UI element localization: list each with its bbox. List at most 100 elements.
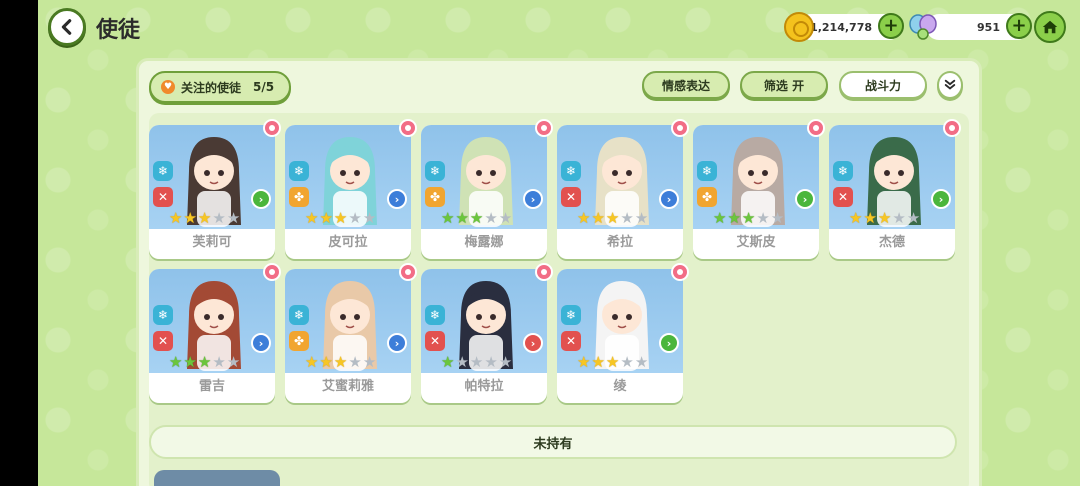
star-icon: ★: [305, 353, 319, 371]
apostle-card[interactable]: ❄ ✕ › ★ ★ ★ ★ ★ 帕特拉: [421, 263, 553, 403]
apostle-name: 杰德: [878, 235, 905, 250]
gem-amount: 951: [977, 20, 1000, 34]
not-owned-section-header[interactable]: 未持有: [149, 425, 957, 459]
flower-favorite-icon[interactable]: [671, 263, 689, 281]
chevron-right-icon: ›: [387, 189, 407, 209]
star-icon: ★: [469, 209, 484, 227]
crossed-swords-role-icon: ✕: [561, 331, 581, 351]
sort-power-button[interactable]: 战斗力: [839, 71, 927, 99]
star-icon: ★: [591, 353, 605, 371]
chevron-right-icon: ›: [523, 333, 543, 353]
apostle-panel: ♥ 关注的使徒 5/5 情感表达 筛选 开 战斗力 ❄ ✕ › ★ ★ ★ ★ ★ 芙莉可 ❄ ✤ ›…: [136, 58, 982, 486]
star-rating: ★ ★ ★ ★ ★: [441, 211, 512, 226]
star-icon: ★: [305, 209, 319, 227]
unowned-apostle-card[interactable]: [154, 470, 280, 486]
star-icon: ★: [484, 353, 498, 371]
chevron-left-icon: [61, 19, 72, 35]
star-icon: ★: [183, 353, 197, 371]
followed-apostles-toggle[interactable]: ♥ 关注的使徒 5/5: [149, 71, 291, 103]
flower-favorite-icon[interactable]: [263, 119, 281, 137]
flower-favorite-icon[interactable]: [535, 119, 553, 137]
flower-favorite-icon[interactable]: [399, 119, 417, 137]
star-rating: ★ ★ ★ ★ ★: [577, 211, 648, 226]
star-icon: ★: [498, 353, 513, 371]
snowflake-attribute-icon: ❄: [153, 161, 173, 181]
crossed-swords-role-icon: ✕: [425, 331, 445, 351]
home-button[interactable]: [1034, 11, 1066, 43]
game-screen: 使徒 1,214,778 + 951 + ♥ 关注的使徒 5/5 情感表达 筛选…: [38, 0, 1080, 486]
apostle-name: 希拉: [606, 235, 633, 250]
star-rating: ★ ★ ★ ★ ★: [169, 211, 240, 226]
flower-favorite-icon[interactable]: [263, 263, 281, 281]
followed-label: 关注的使徒: [181, 80, 242, 95]
star-icon: ★: [226, 209, 241, 227]
apostle-card[interactable]: ❄ ✤ › ★ ★ ★ ★ ★ 皮可拉: [285, 119, 417, 259]
filter-button[interactable]: 筛选 开: [740, 71, 828, 99]
star-icon: ★: [634, 353, 649, 371]
star-icon: ★: [605, 353, 620, 371]
star-icon: ★: [197, 209, 212, 227]
star-rating: ★ ★ ★ ★ ★: [849, 211, 920, 226]
star-icon: ★: [770, 209, 785, 227]
star-icon: ★: [441, 209, 455, 227]
flower-favorite-icon[interactable]: [671, 119, 689, 137]
followed-count: 5/5: [253, 80, 275, 94]
star-icon: ★: [577, 353, 591, 371]
chevron-right-icon: ›: [795, 189, 815, 209]
star-icon: ★: [849, 209, 863, 227]
star-icon: ★: [212, 209, 226, 227]
add-gold-button[interactable]: +: [878, 13, 904, 39]
apostle-card[interactable]: ❄ ✤ › ★ ★ ★ ★ ★ 艾蜜莉雅: [285, 263, 417, 403]
star-icon: ★: [863, 209, 877, 227]
star-rating: ★ ★ ★ ★ ★: [169, 355, 240, 370]
star-icon: ★: [620, 209, 634, 227]
apostle-card[interactable]: ❄ ✤ › ★ ★ ★ ★ ★ 梅露娜: [421, 119, 553, 259]
apostle-card[interactable]: ❄ ✕ › ★ ★ ★ ★ ★ 希拉: [557, 119, 689, 259]
apostle-card[interactable]: ❄ ✕ › ★ ★ ★ ★ ★ 杰德: [829, 119, 961, 259]
chevron-right-icon: ›: [659, 333, 679, 353]
add-gem-button[interactable]: +: [1006, 13, 1032, 39]
clover-role-icon: ✤: [289, 331, 309, 351]
star-icon: ★: [441, 353, 455, 371]
gold-coin-icon: [784, 12, 814, 42]
apostle-card[interactable]: ❄ ✕ › ★ ★ ★ ★ ★ 芙莉可: [149, 119, 281, 259]
star-icon: ★: [362, 209, 377, 227]
back-button[interactable]: [48, 8, 86, 46]
flower-favorite-icon[interactable]: [399, 263, 417, 281]
apostle-card[interactable]: ❄ ✕ › ★ ★ ★ ★ ★ 雷吉: [149, 263, 281, 403]
flower-favorite-icon[interactable]: [807, 119, 825, 137]
star-icon: ★: [212, 353, 226, 371]
star-icon: ★: [906, 209, 921, 227]
star-icon: ★: [892, 209, 906, 227]
apostle-card[interactable]: ❄ ✕ › ★ ★ ★ ★ ★ 绫: [557, 263, 689, 403]
clover-role-icon: ✤: [289, 187, 309, 207]
chevron-right-icon: ›: [251, 333, 271, 353]
chevron-right-icon: ›: [387, 333, 407, 353]
flower-favorite-icon[interactable]: [943, 119, 961, 137]
snowflake-attribute-icon: ❄: [153, 305, 173, 325]
star-icon: ★: [455, 353, 469, 371]
apostle-name: 芙莉可: [192, 235, 232, 250]
star-icon: ★: [469, 353, 484, 371]
star-icon: ★: [319, 353, 333, 371]
star-icon: ★: [319, 209, 333, 227]
snowflake-attribute-icon: ❄: [833, 161, 853, 181]
star-rating: ★ ★ ★ ★ ★: [713, 211, 784, 226]
star-icon: ★: [605, 209, 620, 227]
crossed-swords-role-icon: ✕: [153, 331, 173, 351]
page-title: 使徒: [96, 18, 141, 43]
flower-favorite-icon[interactable]: [535, 263, 553, 281]
crossed-swords-role-icon: ✕: [561, 187, 581, 207]
gold-amount: 1,214,778: [810, 20, 872, 34]
clover-role-icon: ✤: [697, 187, 717, 207]
apostle-card[interactable]: ❄ ✤ › ★ ★ ★ ★ ★ 艾斯皮: [693, 119, 825, 259]
snowflake-attribute-icon: ❄: [561, 161, 581, 181]
star-icon: ★: [197, 353, 212, 371]
star-icon: ★: [877, 209, 892, 227]
emotion-button[interactable]: 情感表达: [642, 71, 730, 99]
expand-button[interactable]: [937, 71, 963, 99]
snowflake-attribute-icon: ❄: [289, 305, 309, 325]
butterfly-gem-icon: [909, 14, 937, 40]
apostle-name: 梅露娜: [464, 235, 504, 250]
apostle-name: 艾蜜莉雅: [321, 379, 374, 394]
